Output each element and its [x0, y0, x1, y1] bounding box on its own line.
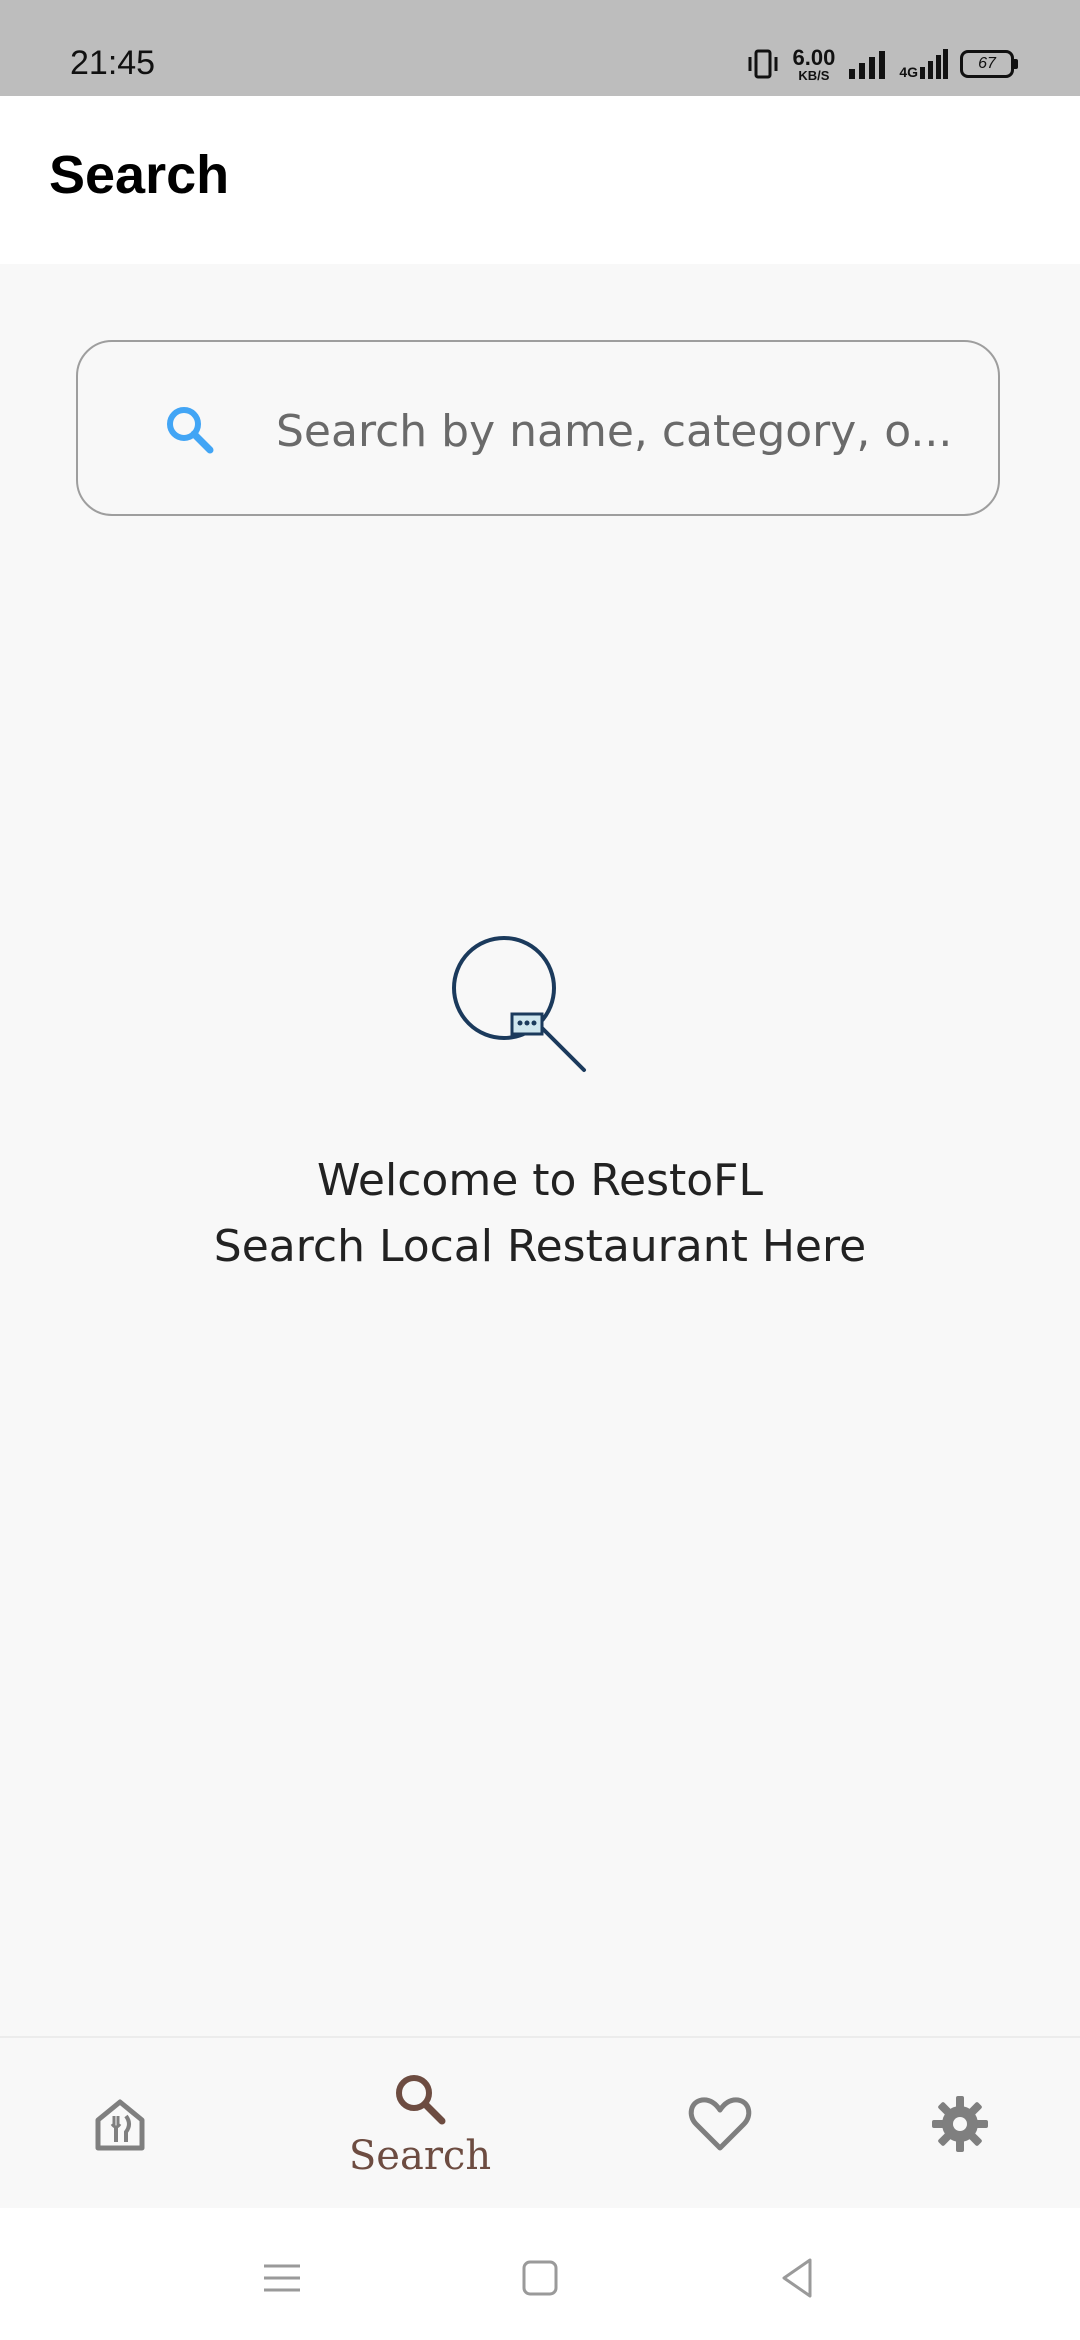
signal-icon	[849, 51, 886, 79]
network-speed: 6.00 KB/S	[792, 44, 836, 83]
search-input[interactable]	[274, 390, 978, 472]
network-speed-unit: KB/S	[798, 67, 830, 83]
menu-icon[interactable]	[252, 2248, 312, 2308]
back-icon[interactable]	[768, 2248, 828, 2308]
gear-icon	[932, 2096, 988, 2152]
system-navigation-bar	[0, 2208, 1080, 2340]
vibrate-icon	[748, 49, 778, 79]
battery-level: 67	[978, 55, 996, 72]
welcome-line-2: Search Local Restaurant Here	[213, 1221, 867, 1272]
welcome-message: Welcome to RestoFL Search Local Restaura…	[0, 1148, 1080, 1280]
status-bar: 21:45 6.00 KB/S 4G 67	[0, 0, 1080, 96]
nav-item-search[interactable]: Search	[300, 2038, 540, 2210]
network-speed-value: 6.00	[792, 44, 836, 70]
home-square-icon[interactable]	[510, 2248, 570, 2308]
search-illustration-icon	[452, 936, 586, 1072]
nav-label-search: Search	[348, 2133, 492, 2179]
page-title: Search	[49, 145, 230, 205]
nav-search-icon	[396, 2075, 446, 2125]
battery-icon: 67	[960, 50, 1018, 78]
signal-4g-icon	[920, 49, 948, 79]
nav-item-settings[interactable]	[840, 2038, 1080, 2210]
bottom-navigation: Search	[0, 2036, 1080, 2210]
status-icons: 6.00 KB/S 4G 67	[746, 44, 1018, 84]
search-icon	[167, 407, 214, 454]
signal-4g: 4G	[899, 49, 948, 79]
nav-item-favorites[interactable]	[600, 2038, 840, 2210]
welcome-line-1: Welcome to RestoFL	[317, 1155, 763, 1206]
search-field[interactable]	[76, 340, 1000, 516]
network-type: 4G	[899, 64, 918, 80]
restaurant-home-icon	[95, 2099, 145, 2151]
heart-icon	[688, 2097, 752, 2151]
nav-item-home[interactable]	[0, 2038, 240, 2210]
status-time: 21:45	[70, 44, 156, 82]
app-bar: Search	[0, 96, 1080, 264]
